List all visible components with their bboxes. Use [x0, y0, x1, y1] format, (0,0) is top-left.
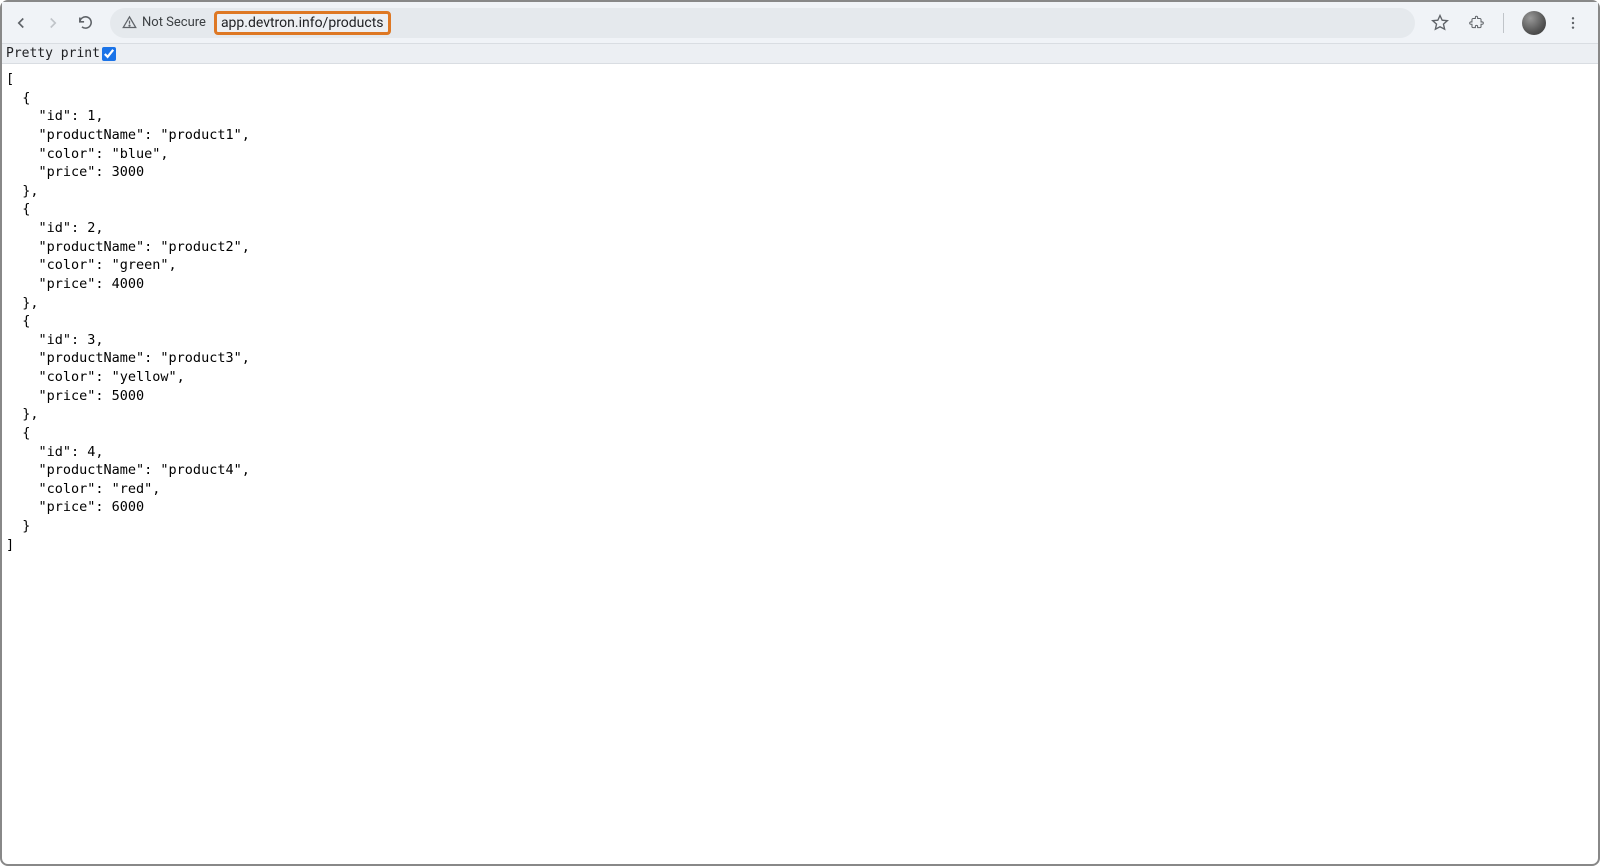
address-bar[interactable]: Not Secure app.devtron.info/products: [110, 8, 1415, 38]
reload-button[interactable]: [76, 14, 94, 32]
back-button[interactable]: [12, 14, 30, 32]
nav-button-group: [12, 14, 94, 32]
json-response-body: [ { "id": 1, "productName": "product1", …: [2, 64, 1598, 560]
bookmark-star-icon[interactable]: [1431, 14, 1449, 32]
profile-avatar[interactable]: [1522, 11, 1546, 35]
warning-icon: [122, 15, 137, 30]
menu-button[interactable]: [1564, 14, 1582, 32]
extensions-icon[interactable]: [1467, 14, 1485, 32]
toolbar-divider: [1503, 13, 1504, 33]
security-badge[interactable]: Not Secure: [122, 15, 206, 30]
security-label: Not Secure: [142, 15, 206, 30]
pretty-print-bar: Pretty print: [2, 44, 1598, 64]
forward-button[interactable]: [44, 14, 62, 32]
browser-toolbar: Not Secure app.devtron.info/products: [2, 2, 1598, 44]
pretty-print-checkbox[interactable]: [102, 47, 116, 61]
url-text[interactable]: app.devtron.info/products: [214, 11, 391, 35]
pretty-print-label: Pretty print: [6, 46, 100, 61]
toolbar-right-group: [1431, 11, 1582, 35]
